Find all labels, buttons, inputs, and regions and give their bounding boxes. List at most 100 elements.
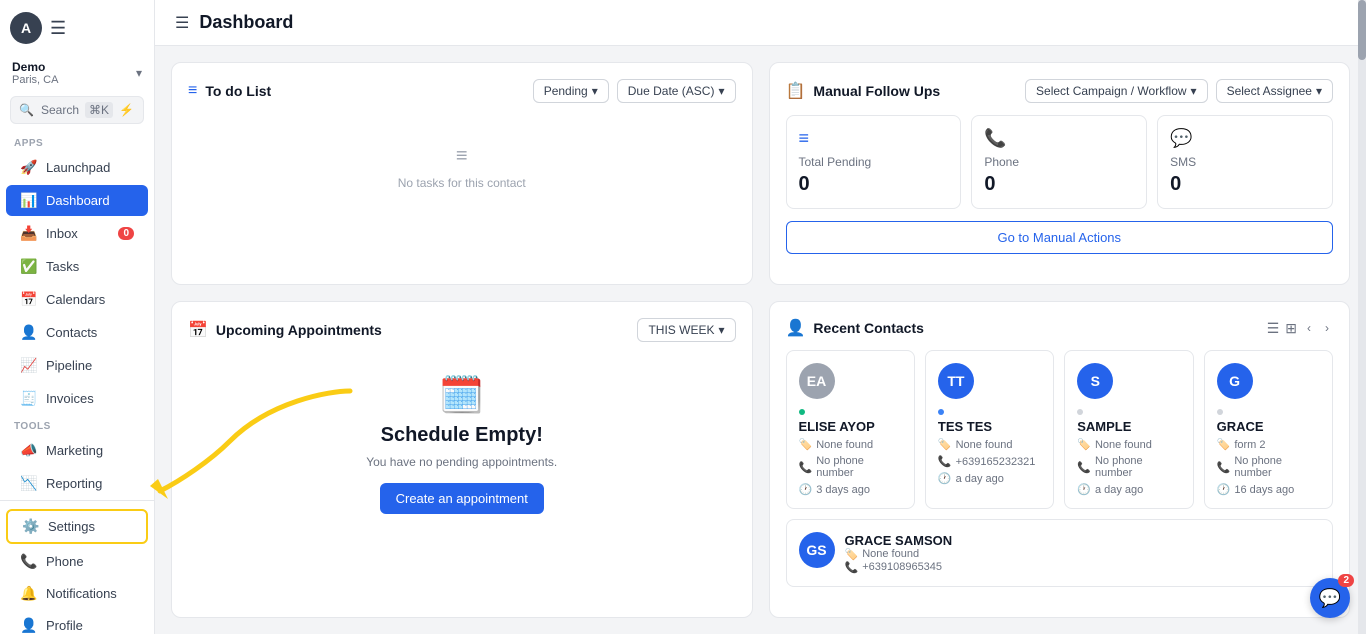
total-pending-icon: ≡ — [799, 128, 949, 149]
chevron-down-icon: ▾ — [1191, 84, 1197, 98]
marketing-icon: 📣 — [20, 442, 38, 459]
calendars-icon: 📅 — [20, 291, 38, 308]
total-pending-label: Total Pending — [799, 155, 949, 169]
avatar-grace: G — [1217, 363, 1253, 399]
scrollbar-thumb[interactable] — [1358, 0, 1366, 60]
chat-bubble-btn[interactable]: 💬 2 — [1310, 578, 1350, 618]
search-label: Search — [41, 103, 79, 117]
hamburger-icon[interactable]: ☰ — [50, 18, 66, 39]
tools-section-label: Tools — [0, 415, 154, 434]
settings-icon: ⚙️ — [22, 518, 40, 535]
pending-filter-btn[interactable]: Pending ▾ — [533, 79, 609, 103]
go-to-manual-actions-btn[interactable]: Go to Manual Actions — [786, 221, 1334, 254]
todo-filters: Pending ▾ Due Date (ASC) ▾ — [533, 79, 736, 103]
prev-contacts-btn[interactable]: ‹ — [1303, 319, 1315, 337]
reporting-icon: 📉 — [20, 475, 38, 492]
sidebar-item-contacts[interactable]: 👤 Contacts — [6, 317, 148, 348]
contact-time: 🕐 16 days ago — [1217, 483, 1320, 496]
contacts-icon: 👤 — [20, 324, 38, 341]
sidebar-item-notifications[interactable]: 🔔 Notifications — [6, 578, 148, 609]
demo-location: Paris, CA — [12, 74, 58, 86]
contact-phone: 📞 No phone number — [1077, 455, 1180, 479]
contact-tag: 🏷️ None found — [1077, 438, 1180, 451]
phone-icon: 📞 — [1077, 461, 1091, 474]
sidebar-item-label: Notifications — [46, 586, 117, 601]
sidebar-item-calendars[interactable]: 📅 Calendars — [6, 284, 148, 315]
manual-follow-ups-card: 📋 Manual Follow Ups Select Campaign / Wo… — [769, 62, 1351, 285]
phone-stat-value: 0 — [984, 173, 1134, 196]
contact-card-grace[interactable]: G GRACE 🏷️ form 2 📞 No phone number 🕐 16… — [1204, 350, 1333, 509]
recent-contacts-icon: 👤 — [786, 318, 806, 338]
recent-contacts-header: 👤 Recent Contacts ☰ ⊞ ‹ › — [786, 318, 1334, 338]
menu-toggle-icon[interactable]: ☰ — [175, 13, 189, 33]
avatar-sample: S — [1077, 363, 1113, 399]
sidebar-item-label: Phone — [46, 554, 84, 569]
manual-follow-ups-title: Manual Follow Ups — [813, 83, 940, 99]
contact-card-testest[interactable]: TT TES TES 🏷️ None found 📞 +639165232321… — [925, 350, 1054, 509]
assignee-filter-btn[interactable]: Select Assignee ▾ — [1216, 79, 1333, 103]
sms-stat-icon: 💬 — [1170, 128, 1320, 149]
sidebar-item-reporting[interactable]: 📉 Reporting — [6, 468, 148, 499]
follow-up-stats: ≡ Total Pending 0 📞 Phone 0 💬 SMS 0 — [786, 115, 1334, 209]
list-view-btn[interactable]: ☰ — [1267, 320, 1280, 337]
upcoming-appointments-header: 📅 Upcoming Appointments THIS WEEK ▾ — [188, 318, 736, 342]
sidebar-item-invoices[interactable]: 🧾 Invoices — [6, 383, 148, 414]
sms-stat-value: 0 — [1170, 173, 1320, 196]
tasks-icon: ✅ — [20, 258, 38, 275]
sidebar-item-tasks[interactable]: ✅ Tasks — [6, 251, 148, 282]
sidebar-item-launchpad[interactable]: 🚀 Launchpad — [6, 152, 148, 183]
this-week-filter-btn[interactable]: THIS WEEK ▾ — [637, 318, 735, 342]
sidebar-item-pipeline[interactable]: 📈 Pipeline — [6, 350, 148, 381]
avatar: A — [10, 12, 42, 44]
tag-icon: 🏷️ — [845, 548, 859, 561]
status-dot — [799, 409, 805, 415]
sidebar-item-label: Contacts — [46, 325, 97, 340]
contact-time: 🕐 3 days ago — [799, 483, 902, 496]
launchpad-icon: 🚀 — [20, 159, 38, 176]
sidebar-item-settings[interactable]: ⚙️ Settings — [6, 509, 148, 544]
total-pending-stat: ≡ Total Pending 0 — [786, 115, 962, 209]
tag-icon: 🏷️ — [799, 438, 813, 451]
sidebar-item-marketing[interactable]: 📣 Marketing — [6, 435, 148, 466]
search-bar[interactable]: 🔍 Search ⌘K ⚡ — [10, 96, 144, 124]
tag-icon: 🏷️ — [1077, 438, 1091, 451]
contact-tag: 🏷️ None found — [799, 438, 902, 451]
tag-icon: 🏷️ — [1217, 438, 1231, 451]
sidebar-item-profile[interactable]: 👤 Profile — [6, 610, 148, 634]
this-week-label: THIS WEEK — [648, 323, 714, 337]
chevron-down-icon: ▾ — [592, 84, 598, 98]
avatar-testest: TT — [938, 363, 974, 399]
contact-card-elise[interactable]: EA ELISE AYOP 🏷️ None found 📞 No phone n… — [786, 350, 915, 509]
demo-info: Demo Paris, CA — [12, 60, 58, 86]
todo-title: To do List — [205, 83, 271, 99]
phone-icon: 📞 — [845, 561, 859, 574]
due-date-filter-label: Due Date (ASC) — [628, 84, 715, 98]
chevron-down-icon[interactable]: ▾ — [136, 66, 142, 80]
sidebar-item-dashboard[interactable]: 📊 Dashboard — [6, 185, 148, 216]
contact-phone: 📞 No phone number — [1217, 455, 1320, 479]
contact-row-grace-samson[interactable]: GS GRACE SAMSON 🏷️ None found 📞 +6391089… — [786, 519, 1334, 587]
next-contacts-btn[interactable]: › — [1321, 319, 1333, 337]
contact-time: 🕐 a day ago — [938, 472, 1041, 485]
sidebar-item-phone[interactable]: 📞 Phone — [6, 546, 148, 577]
sidebar-item-label: Launchpad — [46, 160, 110, 175]
pending-filter-label: Pending — [544, 84, 588, 98]
avatar-elise: EA — [799, 363, 835, 399]
chat-badge: 2 — [1338, 574, 1354, 587]
contact-phone: 📞 No phone number — [799, 455, 902, 479]
contacts-grid: EA ELISE AYOP 🏷️ None found 📞 No phone n… — [786, 350, 1334, 509]
due-date-filter-btn[interactable]: Due Date (ASC) ▾ — [617, 79, 736, 103]
sidebar-item-label: Tasks — [46, 259, 79, 274]
sidebar-item-label: Profile — [46, 618, 83, 633]
time-icon: 🕐 — [938, 472, 952, 485]
contact-name: ELISE AYOP — [799, 419, 902, 434]
campaign-filter-btn[interactable]: Select Campaign / Workflow ▾ — [1025, 79, 1208, 103]
create-appointment-btn[interactable]: Create an appointment — [380, 483, 544, 514]
todo-empty-message: No tasks for this contact — [398, 176, 526, 190]
grid-view-btn[interactable]: ⊞ — [1285, 320, 1297, 337]
main-header: ☰ Dashboard — [155, 0, 1366, 46]
contact-card-sample[interactable]: S SAMPLE 🏷️ None found 📞 No phone number… — [1064, 350, 1193, 509]
scrollbar[interactable] — [1358, 0, 1366, 634]
recent-contacts-card: 👤 Recent Contacts ☰ ⊞ ‹ › EA ELISE AYOP — [769, 301, 1351, 618]
sidebar-item-inbox[interactable]: 📥 Inbox 0 — [6, 218, 148, 249]
